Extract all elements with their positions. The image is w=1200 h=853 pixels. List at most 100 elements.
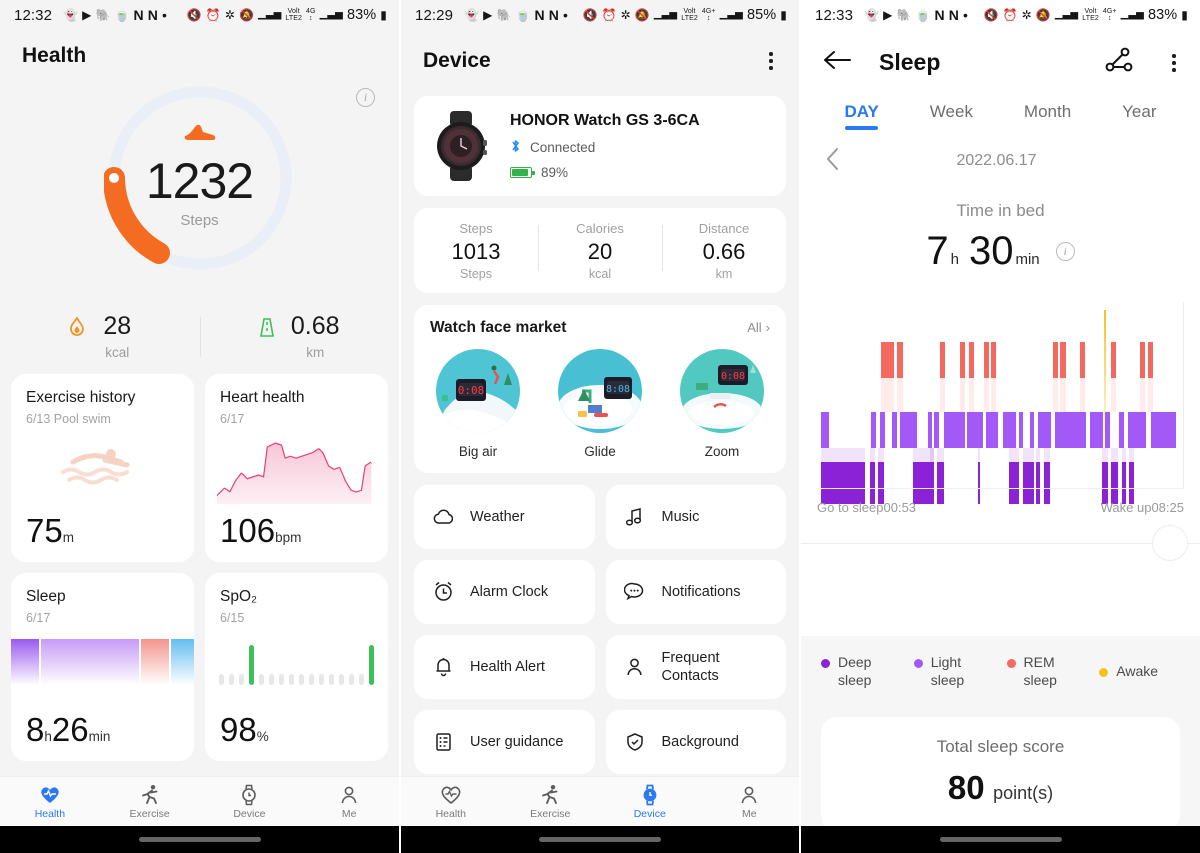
steps-count: 1232 (145, 153, 254, 209)
steps-ring[interactable]: 1232 Steps (0, 80, 399, 305)
sleep-stage-connector (1101, 447, 1108, 462)
sleep-stage-segment (1038, 411, 1052, 448)
tile-unit: % (256, 728, 269, 744)
sleep-stage-chart[interactable]: Go to sleep00:53 Wake up08:25 (817, 301, 1184, 515)
feature-music[interactable]: Music (605, 484, 786, 549)
feature-notifications[interactable]: Notifications (605, 559, 786, 624)
tile-subtitle: 6/17 (26, 610, 51, 625)
watch-face-label: Glide (584, 443, 616, 459)
sleep-stage-segment (977, 461, 980, 504)
sleep-stage-segment (1111, 461, 1119, 504)
nav-label: Device (633, 807, 666, 820)
info-icon[interactable]: i (1055, 241, 1075, 261)
tile-heart-health[interactable]: Heart health 6/17 106bpm (205, 373, 388, 562)
status-time: 12:29 (415, 6, 454, 24)
feature-alarm-clock[interactable]: Alarm Clock (414, 559, 595, 624)
signal-icon: ▁▃▅ (719, 9, 743, 20)
feature-weather[interactable]: Weather (414, 484, 595, 549)
spo2-bar (369, 644, 374, 685)
stat-unit: Steps (460, 266, 492, 281)
device-feature-grid: Weather Music Alarm Clock Notifications (401, 484, 799, 774)
sleep-stage-segment (900, 411, 918, 448)
go-to-sleep-label: Go to sleep00:53 (817, 499, 917, 515)
bottom-navigation: Health Exercise Device Me (0, 776, 399, 826)
sleep-stage-segment (1052, 341, 1059, 378)
watch-face-all-link[interactable]: All › (747, 320, 770, 335)
phone-screen-sleep: 12:33 👻 ▶ 🐘 🍵 N N • 🔇 ⏰ ✲ 🔕 ▁▃▅ Volt LTE2… (801, 0, 1200, 853)
tile-title: Sleep (26, 587, 66, 605)
sleep-stage-segment (990, 341, 997, 378)
sleep-stage-segment (1008, 461, 1020, 504)
nav-item-health[interactable]: Health (401, 784, 501, 820)
legend-label: REM sleep (1023, 654, 1057, 688)
nav-item-me[interactable]: Me (299, 784, 399, 820)
sleep-stage-segment (1111, 341, 1116, 378)
gesture-bar[interactable] (401, 826, 799, 853)
kpi-row: 28 kcal 0.68 km (0, 312, 400, 360)
stat-distance[interactable]: Distance 0.66 km (662, 221, 786, 281)
spo2-bar (229, 673, 234, 685)
status-bar-right: 🔇 ⏰ ✲ 🔕 ▁▃▅ Volt LTE2 4G+ ↕ ▁▃▅ 83% ▮ (984, 7, 1188, 23)
gesture-bar[interactable] (801, 826, 1200, 853)
nav-item-device[interactable]: Device (200, 784, 300, 820)
tile-subtitle: 6/17 (220, 411, 245, 426)
tab-week[interactable]: Week (930, 102, 973, 130)
kebab-menu-icon[interactable] (765, 44, 777, 78)
watch-face-big-air[interactable]: 0:08 Big air (430, 348, 526, 459)
spo2-bar (329, 673, 334, 685)
notification-n-icon: N (948, 7, 959, 23)
battery-percent: 83% (346, 7, 377, 23)
tab-day[interactable]: DAY (844, 102, 879, 130)
share-icon[interactable] (1104, 47, 1134, 78)
heart-pulse-icon (0, 784, 100, 806)
nav-item-me[interactable]: Me (700, 784, 800, 820)
device-card[interactable]: HONOR Watch GS 3-6CA Connected 89% (414, 95, 786, 196)
sleep-stage-connector (940, 377, 946, 412)
nav-item-health[interactable]: Health (0, 784, 100, 820)
sleep-stage-connector (929, 447, 934, 462)
watch-face-thumb: 0:08 (680, 348, 764, 433)
battery-percent: 85% (746, 7, 777, 23)
kebab-menu-icon[interactable] (1168, 46, 1180, 80)
sleep-header: Sleep (801, 30, 1200, 80)
spo2-bar (299, 673, 304, 685)
tile-subtitle: 6/15 (220, 610, 245, 625)
stat-calories[interactable]: Calories 20 kcal (538, 221, 662, 281)
watch-face-thumb: 0:08 (436, 348, 520, 433)
tile-sleep[interactable]: Sleep 6/17 8h26min (11, 572, 194, 761)
tab-year[interactable]: Year (1122, 102, 1156, 130)
legend-label: Deep sleep (838, 654, 872, 688)
tile-exercise-history[interactable]: Exercise history 6/13 Pool swim 75m (11, 373, 194, 562)
sleep-mini-segment (40, 638, 142, 685)
feature-frequent-contacts[interactable]: Frequent Contacts (605, 634, 786, 699)
tab-month[interactable]: Month (1024, 102, 1071, 130)
total-sleep-score-card[interactable]: Total sleep score 80 point(s) (821, 717, 1180, 831)
feature-health-alert[interactable]: Health Alert (414, 634, 595, 699)
signal-roaming-icon: ▁▃▅ (258, 9, 282, 20)
legend-label: Awake (1116, 662, 1159, 679)
watch-face-market-card: Watch face market All › 0:08 Big air 8:0… (414, 304, 786, 473)
tile-spo2[interactable]: SpO₂ 6/15 98% (205, 572, 388, 761)
card-notch-divider (801, 521, 1200, 565)
sleep-stage-segment (1035, 461, 1041, 504)
feature-label: Weather (470, 508, 525, 525)
kpi-calories[interactable]: 28 kcal (0, 312, 200, 360)
stat-steps[interactable]: Steps 1013 Steps (414, 221, 538, 281)
tile-unit: m (62, 529, 74, 545)
watch-face-zoom[interactable]: 0:08 Zoom (674, 348, 770, 459)
feature-background[interactable]: Background (605, 709, 786, 774)
nav-item-exercise[interactable]: Exercise (100, 784, 200, 820)
legend-rem-sleep: REM sleep (1006, 654, 1094, 689)
network-type-icon: 4G+ ↕ (701, 8, 716, 22)
sleep-stage-connector (1035, 447, 1041, 462)
gesture-bar[interactable] (0, 826, 399, 853)
watch-face-glide[interactable]: 8:08 Glide (552, 348, 648, 459)
sleep-stage-connector (1140, 377, 1146, 412)
kpi-distance[interactable]: 0.68 km (200, 312, 400, 360)
nav-item-exercise[interactable]: Exercise (501, 784, 601, 820)
network-type-icon: 4G ↕ (306, 8, 316, 22)
nav-item-device[interactable]: Device (600, 784, 700, 820)
feature-user-guidance[interactable]: User guidance (414, 709, 595, 774)
youtube-icon: ▶ (883, 8, 893, 22)
back-arrow-icon[interactable] (823, 49, 851, 76)
